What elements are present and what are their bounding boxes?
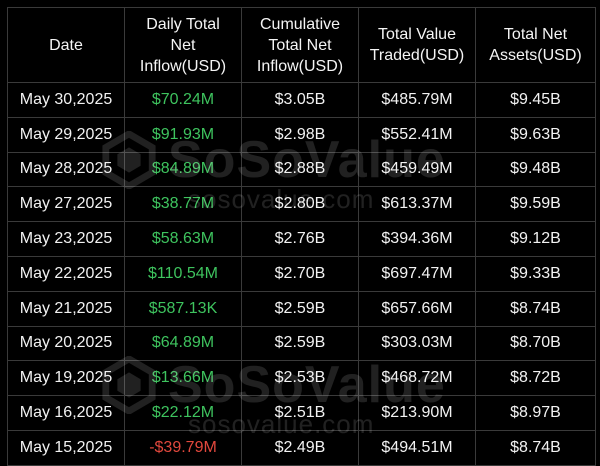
date-cell: May 21,2025 bbox=[7, 290, 125, 327]
value-traded-cell: $213.90M bbox=[358, 395, 476, 431]
table-body: May 30,2025 $70.24M $3.05B $485.79M $9.4… bbox=[7, 82, 596, 466]
daily-inflow-cell: $64.89M bbox=[124, 325, 242, 362]
header-cumulative-line-3: Inflow(USD) bbox=[256, 57, 344, 75]
header-date-line: Date bbox=[49, 36, 83, 54]
net-assets-cell: $9.12B bbox=[475, 221, 596, 257]
header-traded-line-1: Total Value bbox=[378, 26, 456, 43]
value-traded-cell: $459.49M bbox=[358, 151, 476, 188]
cumulative-inflow-cell: $2.59B bbox=[241, 325, 359, 362]
table-row: May 28,2025 $84.89M $2.88B $459.49M $9.4… bbox=[7, 151, 596, 188]
value-traded-cell: $303.03M bbox=[358, 325, 476, 362]
table-row: May 29,2025 $91.93M $2.98B $552.41M $9.6… bbox=[7, 116, 596, 153]
net-assets-cell: $9.48B bbox=[475, 151, 596, 188]
net-assets-cell: $9.63B bbox=[475, 116, 596, 153]
value-traded-cell: $697.47M bbox=[358, 255, 476, 292]
daily-inflow-cell: $587.13K bbox=[124, 290, 242, 327]
date-cell: May 27,2025 bbox=[7, 186, 125, 223]
date-cell: May 28,2025 bbox=[7, 151, 125, 188]
net-assets-cell: $8.70B bbox=[475, 325, 596, 362]
header-date: Date bbox=[7, 7, 125, 83]
header-cumulative-line-2: Total Net bbox=[268, 36, 332, 54]
header-cumulative-net-inflow: Cumulative Total Net Inflow(USD) bbox=[241, 7, 359, 83]
daily-inflow-cell: $13.66M bbox=[124, 360, 242, 397]
net-assets-cell: $9.45B bbox=[475, 82, 596, 118]
net-assets-cell: $9.33B bbox=[475, 255, 596, 292]
table-row: May 21,2025 $587.13K $2.59B $657.66M $8.… bbox=[7, 290, 596, 327]
value-traded-cell: $485.79M bbox=[358, 82, 476, 118]
table-row: May 30,2025 $70.24M $3.05B $485.79M $9.4… bbox=[7, 82, 596, 118]
daily-inflow-cell: $58.63M bbox=[124, 221, 242, 257]
net-assets-cell: $9.59B bbox=[475, 186, 596, 223]
table-row: May 20,2025 $64.89M $2.59B $303.03M $8.7… bbox=[7, 325, 596, 362]
header-daily-line-1: Daily Total bbox=[146, 15, 220, 33]
header-daily-line-3: Inflow(USD) bbox=[139, 57, 227, 75]
table-row: May 19,2025 $13.66M $2.53B $468.72M $8.7… bbox=[7, 360, 596, 397]
table-header: Date Daily Total Net Inflow(USD) Cumulat… bbox=[7, 7, 596, 83]
header-cumulative-line-1: Cumulative bbox=[259, 15, 341, 33]
header-total-net-assets: Total Net Assets(USD) bbox=[475, 7, 596, 83]
date-cell: May 23,2025 bbox=[7, 221, 125, 257]
cumulative-inflow-cell: $2.49B bbox=[241, 429, 359, 466]
date-cell: May 16,2025 bbox=[7, 395, 125, 431]
net-assets-cell: $8.97B bbox=[475, 395, 596, 431]
cumulative-inflow-cell: $2.88B bbox=[241, 151, 359, 188]
header-daily-line-2: Net bbox=[170, 36, 196, 54]
cumulative-inflow-cell: $2.76B bbox=[241, 221, 359, 257]
cumulative-inflow-cell: $2.59B bbox=[241, 290, 359, 327]
header-assets-line-2: Assets(USD) bbox=[489, 47, 582, 64]
cumulative-inflow-cell: $2.53B bbox=[241, 360, 359, 397]
value-traded-cell: $468.72M bbox=[358, 360, 476, 397]
table-row: May 27,2025 $38.77M $2.80B $613.37M $9.5… bbox=[7, 186, 596, 223]
cumulative-inflow-cell: $3.05B bbox=[241, 82, 359, 118]
header-assets-line-1: Total Net bbox=[503, 26, 568, 43]
value-traded-cell: $494.51M bbox=[358, 429, 476, 466]
etf-flows-table: Date Daily Total Net Inflow(USD) Cumulat… bbox=[7, 7, 596, 466]
value-traded-cell: $394.36M bbox=[358, 221, 476, 257]
table-row: May 15,2025 -$39.79M $2.49B $494.51M $8.… bbox=[7, 429, 596, 466]
daily-inflow-cell: $91.93M bbox=[124, 116, 242, 153]
date-cell: May 22,2025 bbox=[7, 255, 125, 292]
net-assets-cell: $8.72B bbox=[475, 360, 596, 397]
value-traded-cell: $657.66M bbox=[358, 290, 476, 327]
daily-inflow-cell: $22.12M bbox=[124, 395, 242, 431]
daily-inflow-cell: $84.89M bbox=[124, 151, 242, 188]
value-traded-cell: $613.37M bbox=[358, 186, 476, 223]
header-daily-net-inflow: Daily Total Net Inflow(USD) bbox=[124, 7, 242, 83]
daily-inflow-cell: $70.24M bbox=[124, 82, 242, 118]
header-traded-line-2: Traded(USD) bbox=[369, 47, 465, 64]
table-row: May 23,2025 $58.63M $2.76B $394.36M $9.1… bbox=[7, 221, 596, 257]
header-row: Date Daily Total Net Inflow(USD) Cumulat… bbox=[7, 7, 596, 83]
date-cell: May 20,2025 bbox=[7, 325, 125, 362]
cumulative-inflow-cell: $2.70B bbox=[241, 255, 359, 292]
header-total-value-traded: Total Value Traded(USD) bbox=[358, 7, 476, 83]
date-cell: May 30,2025 bbox=[7, 82, 125, 118]
net-assets-cell: $8.74B bbox=[475, 290, 596, 327]
cumulative-inflow-cell: $2.98B bbox=[241, 116, 359, 153]
date-cell: May 29,2025 bbox=[7, 116, 125, 153]
daily-inflow-cell: $38.77M bbox=[124, 186, 242, 223]
table-row: May 22,2025 $110.54M $2.70B $697.47M $9.… bbox=[7, 255, 596, 292]
date-cell: May 19,2025 bbox=[7, 360, 125, 397]
daily-inflow-cell: -$39.79M bbox=[124, 429, 242, 466]
daily-inflow-cell: $110.54M bbox=[124, 255, 242, 292]
net-assets-cell: $8.74B bbox=[475, 429, 596, 466]
date-cell: May 15,2025 bbox=[7, 429, 125, 466]
table-row: May 16,2025 $22.12M $2.51B $213.90M $8.9… bbox=[7, 395, 596, 431]
cumulative-inflow-cell: $2.80B bbox=[241, 186, 359, 223]
cumulative-inflow-cell: $2.51B bbox=[241, 395, 359, 431]
value-traded-cell: $552.41M bbox=[358, 116, 476, 153]
